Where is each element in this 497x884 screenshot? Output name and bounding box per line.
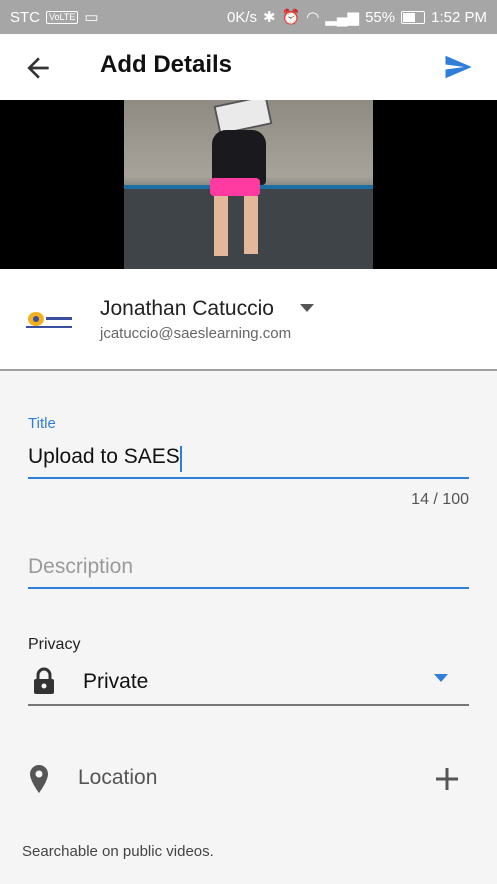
page-title: Add Details (100, 51, 233, 78)
privacy-underline (28, 704, 469, 706)
privacy-select[interactable]: Private (83, 670, 148, 694)
screen-icon: ▭ (84, 9, 99, 26)
title-input[interactable]: Upload to SAES (28, 445, 468, 475)
network-chip: VoLTE (46, 10, 79, 24)
send-icon[interactable] (441, 52, 475, 82)
title-counter: 14 / 100 (411, 491, 469, 508)
lock-icon (34, 667, 54, 694)
back-arrow-icon[interactable] (22, 52, 54, 84)
description-underline (28, 587, 469, 589)
status-bar: STC VoLTE ▭ 0K/s ✱ ⏰ ◠ ▂▄▆ 55% 1:52 PM (0, 0, 497, 34)
status-left: STC VoLTE ▭ (10, 8, 99, 27)
account-selector[interactable]: Jonathan Catuccio jcatuccio@saeslearning… (0, 269, 497, 371)
title-underline (28, 477, 469, 479)
account-name: Jonathan Catuccio (100, 297, 274, 320)
speed-label: 0K/s (227, 8, 258, 26)
title-label: Title (28, 415, 56, 432)
searchable-note: Searchable on public videos. (22, 843, 214, 860)
dropdown-caret-icon[interactable] (300, 304, 314, 312)
battery-percent: 55% (365, 8, 396, 26)
location-field[interactable]: Location (78, 766, 157, 790)
alarm-icon: ⏰ (281, 9, 301, 26)
logo-image (26, 312, 72, 328)
signal-icon: ▂▄▆ (325, 9, 360, 26)
video-preview[interactable] (0, 100, 497, 269)
details-form: Title Upload to SAES 14 / 100 Descriptio… (0, 371, 497, 884)
description-input[interactable]: Description (28, 555, 468, 585)
bluetooth-icon: ✱ (263, 9, 276, 26)
plus-icon[interactable] (434, 766, 460, 792)
status-right: 0K/s ✱ ⏰ ◠ ▂▄▆ 55% 1:52 PM (227, 8, 487, 27)
location-pin-icon (30, 765, 48, 793)
account-logo (20, 291, 78, 349)
battery-icon (401, 10, 426, 24)
video-thumbnail (124, 100, 373, 269)
privacy-dropdown-icon[interactable] (434, 674, 448, 682)
clock: 1:52 PM (431, 8, 487, 26)
account-email: jcatuccio@saeslearning.com (100, 325, 292, 342)
privacy-label: Privacy (28, 636, 81, 653)
wifi-icon: ◠ (306, 9, 320, 26)
text-cursor (180, 446, 182, 472)
app-bar: Add Details (0, 34, 497, 100)
carrier-label: STC (10, 8, 40, 26)
